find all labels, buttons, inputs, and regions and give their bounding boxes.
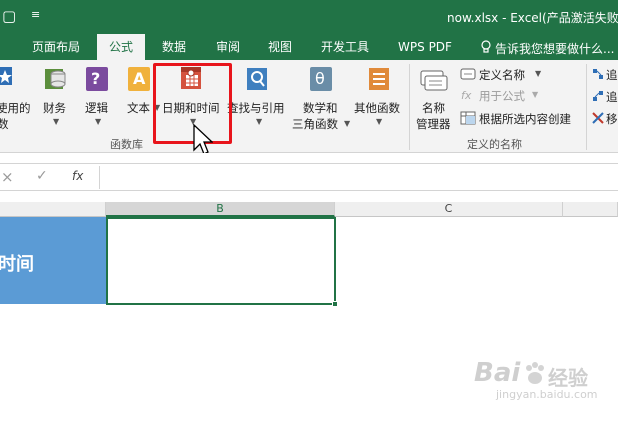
selected-cell-b[interactable] (106, 217, 336, 305)
insert-function-button[interactable]: fx (72, 169, 83, 183)
lightbulb-icon (481, 40, 491, 53)
use-in-formula-label: 用于公式 (479, 89, 525, 103)
ribbon-tabs: 页面布局 公式 数据 审阅 视图 开发工具 WPS PDF 告诉我您想要做什么.… (0, 34, 618, 60)
logical-label: 逻辑 (85, 101, 108, 115)
trace-dependents-label: 追 (606, 90, 618, 104)
use-in-formula-button[interactable]: fx 用于公式 ▼ (458, 86, 548, 104)
window-title: now.xlsx - Excel(产品激活失败) (447, 11, 618, 25)
confirm-entry-icon[interactable]: ✓ (36, 168, 48, 184)
more-functions-icon (369, 68, 389, 90)
column-header-b[interactable]: B (106, 202, 335, 217)
column-header-a[interactable] (0, 202, 106, 217)
lookup-caret-icon: ▼ (256, 117, 263, 126)
tab-page-layout[interactable]: 页面布局 (24, 34, 88, 60)
tab-view[interactable]: 视图 (258, 34, 302, 60)
star-icon (0, 67, 12, 85)
name-manager-label-1: 名称 (422, 101, 445, 115)
create-from-selection-label: 根据所选内容创建 (479, 112, 571, 126)
lookup-reference-label: 查找与引用 (227, 101, 285, 115)
remove-arrows-label: 移 (606, 112, 618, 126)
paw-icon (526, 362, 544, 384)
mouse-pointer-icon (193, 124, 213, 155)
tell-me-text: 告诉我您想要做什么... (495, 42, 615, 56)
define-name-icon (460, 68, 476, 80)
math-trig-button[interactable]: θ 数学和 三角函数 ▼ (290, 60, 352, 132)
define-name-label: 定义名称 (479, 68, 525, 82)
lookup-icon (247, 68, 267, 90)
name-manager-icon (420, 70, 448, 91)
tab-wps-pdf[interactable]: WPS PDF (390, 34, 460, 60)
defined-names-group-label: 定义的名称 (467, 138, 522, 151)
column-header-d[interactable] (563, 202, 618, 217)
title-bar: ▢ ≡ now.xlsx - Excel(产品激活失败) (0, 0, 618, 34)
quick-access-icon[interactable]: ▢ (2, 7, 16, 25)
financial-label: 财务 (43, 101, 66, 115)
watermark-url: jingyan.baidu.com (496, 388, 598, 401)
use-in-formula-caret-icon: ▼ (532, 90, 539, 99)
remove-arrows-button[interactable]: 移 (592, 109, 618, 127)
trace-precedents-button[interactable]: 追 (592, 65, 618, 83)
trace-dependents-icon (593, 91, 603, 101)
financial-caret-icon: ▼ (53, 117, 60, 126)
tab-review[interactable]: 审阅 (206, 34, 250, 60)
trace-precedents-label: 追 (606, 68, 618, 82)
remove-arrows-icon (592, 112, 604, 124)
function-library-group-label: 函数库 (110, 138, 143, 151)
tell-me-box[interactable]: 告诉我您想要做什么... (478, 34, 618, 60)
name-manager-button[interactable]: 名称 管理器 (414, 60, 456, 132)
formula-bar: × ✓ fx (0, 163, 618, 191)
customize-qat-caret-icon[interactable]: ≡ (31, 8, 40, 21)
group-separator (409, 64, 410, 150)
more-functions-label: 其他函数 (354, 101, 400, 115)
recently-used-button[interactable]: 使用的 数 (0, 60, 34, 132)
logical-icon: ? (86, 67, 108, 91)
recently-used-label-1: 使用的 (0, 101, 31, 115)
recently-used-label-2: 数 (0, 117, 9, 131)
math-caret-icon: ▼ (344, 119, 351, 128)
trace-dependents-button[interactable]: 追 (592, 87, 618, 105)
theta-icon: θ (310, 67, 332, 91)
define-name-caret-icon: ▼ (535, 69, 542, 78)
group-separator (586, 64, 587, 150)
logical-caret-icon: ▼ (95, 117, 102, 126)
define-name-button[interactable]: 定义名称 ▼ (458, 65, 548, 83)
financial-icon (45, 69, 66, 89)
fill-handle[interactable] (332, 301, 338, 307)
tab-data[interactable]: 数据 (152, 34, 196, 60)
watermark-brand: Bai (474, 358, 521, 388)
formula-input[interactable] (101, 165, 618, 190)
tab-formulas[interactable]: 公式 (97, 34, 145, 60)
watermark-brand-2: 经验 (548, 366, 588, 390)
text-icon: A (128, 67, 150, 91)
create-from-selection-icon (460, 111, 476, 125)
more-functions-button[interactable]: 其他函数 ▼ (352, 60, 408, 132)
cancel-entry-icon[interactable]: × (1, 168, 14, 186)
financial-button[interactable]: 财务 ▼ (40, 60, 74, 132)
baidu-watermark: Bai 经验 jingyan.baidu.com (474, 358, 614, 408)
logical-button[interactable]: ? 逻辑 ▼ (82, 60, 116, 132)
more-functions-caret-icon: ▼ (376, 117, 383, 126)
create-from-selection-button[interactable]: 根据所选内容创建 (458, 109, 582, 127)
formula-bar-area: × ✓ fx (0, 153, 618, 202)
cell-a-text: 时间 (0, 254, 34, 275)
tab-developer[interactable]: 开发工具 (312, 34, 378, 60)
math-label-1: 数学和 (303, 101, 338, 115)
lookup-reference-button[interactable]: 查找与引用 ▼ (227, 60, 292, 132)
formula-bar-separator (99, 166, 100, 189)
trace-precedents-icon (593, 69, 603, 79)
fx-icon: fx (461, 89, 472, 102)
cell-a-header[interactable]: 时间 (0, 217, 106, 304)
name-manager-label-2: 管理器 (416, 117, 451, 131)
svg-text:fx: fx (461, 89, 472, 102)
ribbon-formulas: 使用的 数 财务 ▼ ? 逻辑 ▼ A 文本 ▼ 日期和时间 ▼ 查找与引用 ▼… (0, 60, 618, 153)
math-label-2: 三角函数 (292, 117, 338, 131)
column-header-c[interactable]: C (335, 202, 563, 217)
text-label: 文本 (127, 101, 150, 115)
